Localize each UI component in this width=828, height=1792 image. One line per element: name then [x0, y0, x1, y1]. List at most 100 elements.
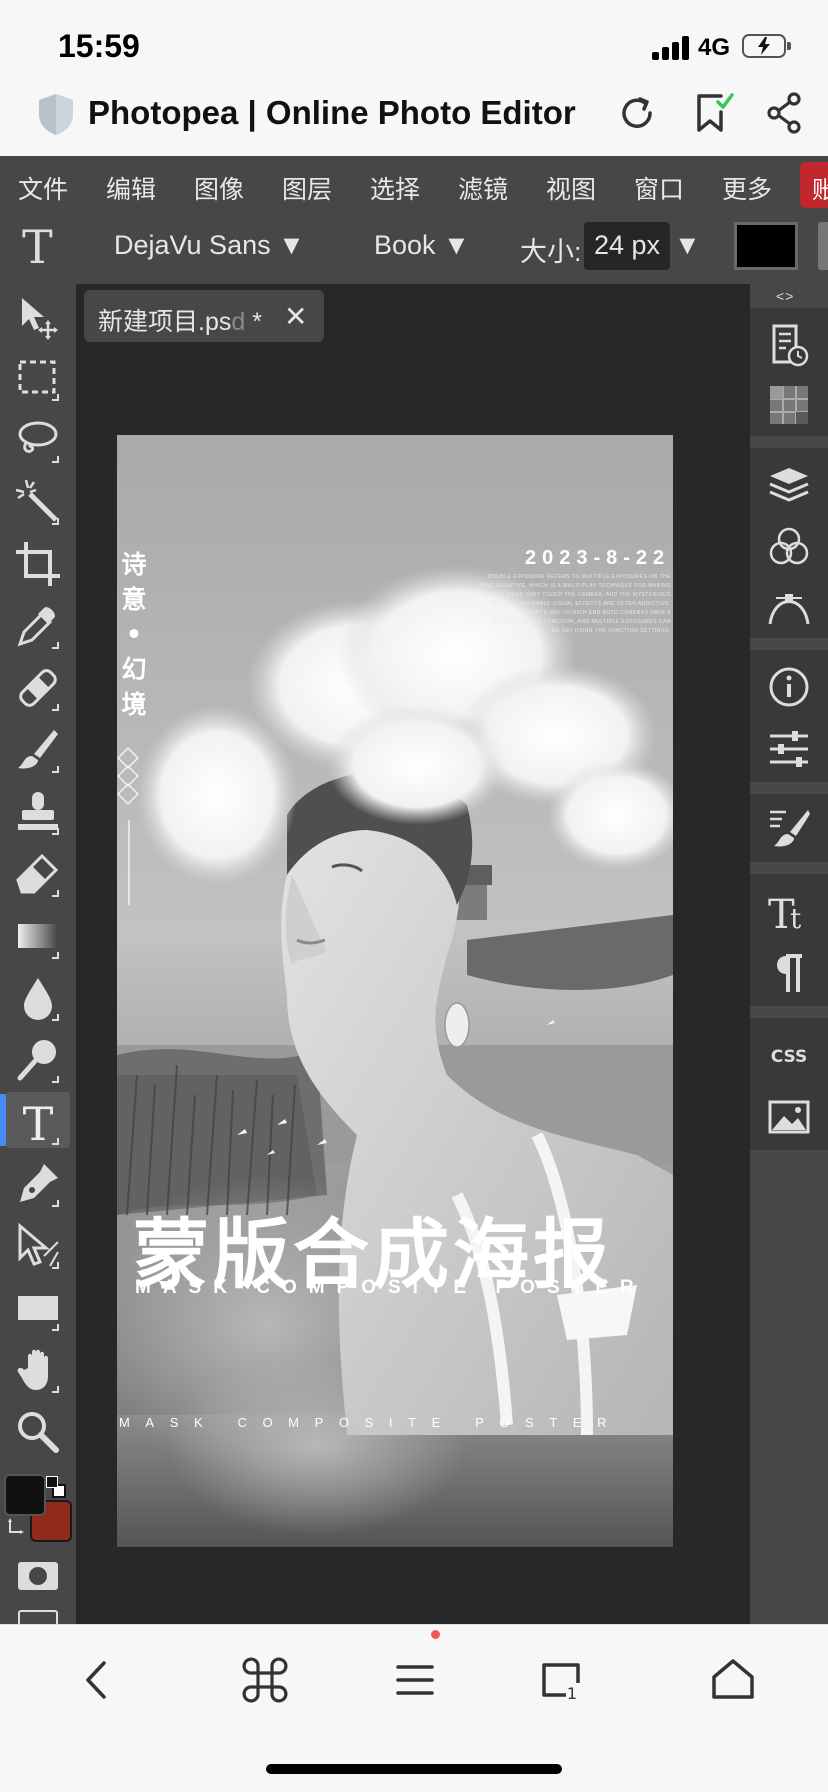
layers-icon[interactable]	[766, 462, 812, 508]
menu-filter[interactable]: 滤镜	[458, 170, 508, 206]
close-tab-icon[interactable]: ✕	[284, 300, 307, 333]
tabs-icon[interactable]: 1	[536, 1655, 586, 1705]
gradient-icon	[18, 924, 59, 959]
quick-mask-icon	[18, 1562, 58, 1590]
move-tool[interactable]	[14, 292, 62, 340]
drop-icon	[24, 978, 59, 1021]
svg-text:T: T	[23, 1098, 54, 1146]
home-indicator	[266, 1764, 562, 1774]
shield-icon	[39, 94, 73, 135]
menu-layer[interactable]: 图层	[282, 170, 332, 206]
font-style-select[interactable]: Book ▼	[374, 230, 470, 261]
menu-icon[interactable]	[390, 1655, 440, 1705]
size-dropdown-arrow[interactable]: ▼	[674, 230, 701, 261]
magic-wand-icon	[15, 479, 59, 525]
status-bar: 15:59 4G	[0, 0, 828, 80]
document-canvas[interactable]: 诗 意 • 幻 境 2023-8-22 DOUBLE EXPOSURE REFE…	[117, 435, 673, 1547]
adjustments-icon[interactable]	[766, 726, 812, 772]
blur-tool[interactable]	[14, 974, 62, 1022]
photopea-app: 文件 编辑 图像 图层 选择 滤镜 视图 窗口 更多 账 T DejaVu Sa…	[0, 156, 828, 1624]
lasso-tool[interactable]	[14, 416, 62, 464]
character-icon[interactable]: Tt	[766, 888, 812, 934]
bookmark-icon[interactable]	[690, 90, 736, 136]
poster-small-text: DOUBLE EXPOSURE REFERS TO MULTIPLE EXPOS…	[478, 574, 671, 634]
magic-wand-tool[interactable]	[14, 478, 62, 526]
type-tool-icon: T	[22, 220, 53, 274]
font-size-input[interactable]: 24 px	[584, 222, 670, 270]
type-tool[interactable]: T	[14, 1097, 62, 1151]
poster-bottom-subtitle: MASK COMPOSITE POSTER	[119, 1415, 623, 1430]
marquee-tool[interactable]	[14, 354, 62, 402]
right-panel: <> Tt CSS	[750, 284, 828, 1624]
paths-icon[interactable]	[766, 584, 812, 630]
menu-window[interactable]: 窗口	[634, 170, 684, 206]
font-family-select[interactable]: DejaVu Sans ▼	[114, 230, 305, 261]
shape-tool[interactable]	[14, 1284, 62, 1332]
home-icon[interactable]	[708, 1655, 758, 1705]
notification-dot	[431, 1630, 440, 1639]
panel-group-history	[750, 308, 828, 436]
bandage-icon	[19, 669, 59, 711]
hand-tool[interactable]	[14, 1346, 62, 1394]
size-label: 大小:	[520, 237, 582, 267]
brush-settings-icon[interactable]	[766, 804, 812, 850]
menu-edit[interactable]: 编辑	[106, 170, 156, 206]
panel-group-info	[750, 650, 828, 782]
eyedropper-icon	[17, 607, 59, 649]
document-modified-marker: *	[252, 308, 262, 336]
keyboard-icon[interactable]	[18, 1610, 58, 1624]
reload-icon[interactable]	[614, 90, 660, 136]
history-icon[interactable]	[766, 322, 812, 368]
signal-icon	[652, 36, 692, 60]
css-icon[interactable]: CSS	[766, 1032, 812, 1078]
options-bar: T DejaVu Sans ▼ Book ▼ 大小: 24 px ▼	[0, 214, 828, 284]
text-color-swatch[interactable]	[734, 222, 798, 270]
menu-more[interactable]: 更多	[722, 170, 772, 206]
tool-bar: T	[0, 284, 76, 1624]
back-icon[interactable]	[72, 1655, 122, 1705]
dodge-tool[interactable]	[14, 1036, 62, 1084]
stamp-icon	[18, 792, 59, 835]
menu-file[interactable]: 文件	[18, 170, 68, 206]
panel-group-character: Tt	[750, 874, 828, 1006]
page-title: Photopea | Online Photo Editor	[88, 94, 576, 131]
lasso-icon	[18, 421, 59, 463]
swatches-icon[interactable]	[766, 382, 812, 428]
quick-mask-button[interactable]	[14, 1552, 62, 1600]
default-colors-fg-icon	[46, 1476, 58, 1488]
menu-image[interactable]: 图像	[194, 170, 244, 206]
info-icon[interactable]	[766, 664, 812, 710]
status-time: 15:59	[58, 28, 140, 64]
clone-stamp-tool[interactable]	[14, 788, 62, 836]
options-overflow[interactable]	[818, 222, 828, 270]
collapse-panel-toggle[interactable]: <>	[776, 288, 794, 304]
menu-view[interactable]: 视图	[546, 170, 596, 206]
eyedropper-tool[interactable]	[14, 602, 62, 650]
swap-colors-icon[interactable]	[6, 1516, 28, 1538]
healing-brush-tool[interactable]	[14, 664, 62, 712]
gradient-tool[interactable]	[14, 912, 62, 960]
menu-select[interactable]: 选择	[370, 170, 420, 206]
document-tab[interactable]: 新建项目.psd * ✕	[84, 290, 324, 342]
svg-text:1: 1	[567, 1684, 577, 1703]
image-icon[interactable]	[766, 1094, 812, 1140]
crop-icon	[16, 542, 60, 586]
channels-icon[interactable]	[766, 524, 812, 570]
account-button[interactable]: 账	[800, 162, 828, 208]
pen-icon	[20, 1164, 59, 1207]
paragraph-icon[interactable]	[766, 950, 812, 996]
zoom-tool[interactable]	[14, 1408, 62, 1456]
eraser-tool[interactable]	[14, 850, 62, 898]
path-select-icon	[18, 1222, 59, 1269]
foreground-color-swatch[interactable]	[4, 1474, 46, 1516]
pen-tool[interactable]	[14, 1160, 62, 1208]
brush-tool[interactable]	[14, 726, 62, 774]
command-icon[interactable]	[240, 1655, 290, 1705]
dodge-icon	[17, 1040, 59, 1083]
share-icon[interactable]	[762, 90, 808, 136]
path-select-tool[interactable]	[14, 1222, 62, 1270]
crop-tool[interactable]	[14, 540, 62, 588]
menu-bar: 文件 编辑 图像 图层 选择 滤镜 视图 窗口 更多 账	[0, 156, 828, 214]
panel-group-css: CSS	[750, 1018, 828, 1150]
zoom-icon	[18, 1412, 59, 1453]
